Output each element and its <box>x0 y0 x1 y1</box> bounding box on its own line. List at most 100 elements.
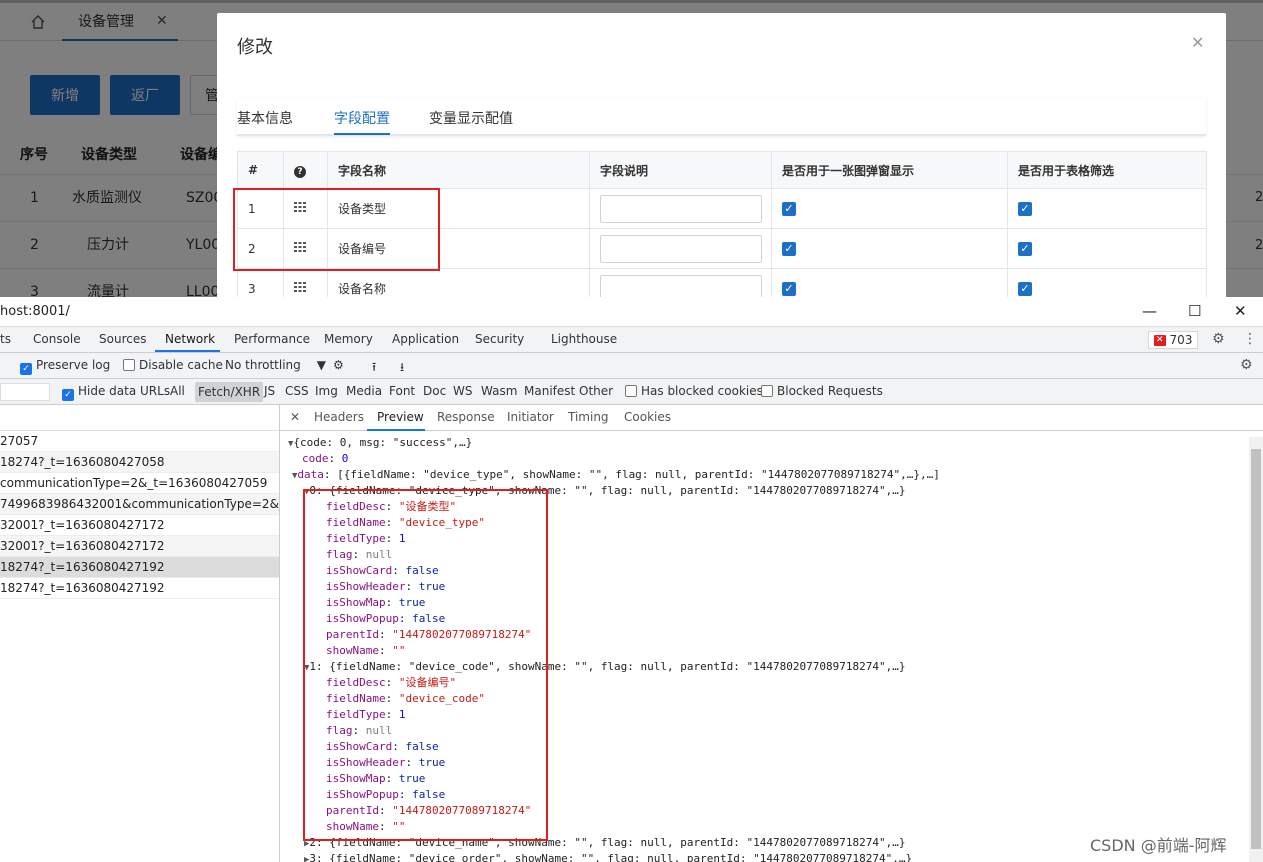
blocked-requests-toggle[interactable]: Blocked Requests <box>761 384 883 398</box>
filter-checkbox[interactable]: ✓ <box>1018 281 1032 296</box>
field-desc-cell <box>589 268 772 297</box>
popup-checkbox[interactable]: ✓ <box>782 241 796 256</box>
help-icon[interactable]: ? <box>294 165 306 178</box>
network-conditions-icon[interactable]: ⚙︎ <box>333 358 344 372</box>
tab-sources[interactable]: Sources <box>99 332 146 346</box>
close-icon[interactable]: ✕ <box>290 410 300 424</box>
tab-variable-display[interactable]: 变量显示配值 <box>429 108 513 128</box>
tab-headers[interactable]: Headers <box>314 410 364 424</box>
drag-handle[interactable] <box>283 268 328 297</box>
gear-icon[interactable]: ⚙ <box>1212 331 1225 347</box>
active-tab-indicator <box>155 350 220 352</box>
scrollbar-thumb[interactable] <box>1251 449 1261 849</box>
tab-cookies[interactable]: Cookies <box>624 410 671 424</box>
filter-wasm[interactable]: Wasm <box>481 384 517 398</box>
detail-tab-bar: ✕ Headers Preview Response Initiator Tim… <box>280 405 1263 431</box>
popup-cell: ✓ <box>771 228 1008 269</box>
throttling-select[interactable]: No throttling ▼ <box>225 358 326 372</box>
request-row-selected[interactable]: 18274?_t=1636080427192 <box>0 557 279 578</box>
filter-checkbox[interactable]: ✓ <box>1018 241 1032 256</box>
filter-checkbox[interactable]: ✓ <box>1018 201 1032 216</box>
json-key: code <box>302 452 329 465</box>
checkbox-checked[interactable]: ✓ <box>20 363 32 375</box>
field-desc-input[interactable] <box>600 194 762 223</box>
close-icon[interactable]: ✕ <box>1191 33 1204 52</box>
filter-js[interactable]: JS <box>264 384 275 398</box>
filter-fetch-xhr[interactable]: Fetch/XHR <box>195 382 264 402</box>
tab-response[interactable]: Response <box>437 410 495 424</box>
drag-grid-icon[interactable] <box>294 281 306 293</box>
error-count: 703 <box>1169 333 1193 347</box>
tab-elements[interactable]: ts <box>0 332 11 346</box>
tab-performance[interactable]: Performance <box>234 332 310 346</box>
error-icon: ✕ <box>1154 334 1166 346</box>
request-row[interactable]: 7499683986432001&communicationType=2&_t=… <box>0 494 279 515</box>
more-vert-icon[interactable]: ⋮ <box>1243 331 1257 347</box>
download-icon[interactable]: ⭳ <box>400 358 404 379</box>
table-header-row: # ? 字段名称 字段说明 是否用于一张图弹窗显示 是否用于表格筛选 <box>237 151 1207 189</box>
watermark: CSDN @前端-阿辉 <box>1090 836 1227 855</box>
disable-cache-toggle[interactable]: Disable cache <box>123 358 223 372</box>
tab-lighthouse[interactable]: Lighthouse <box>551 332 617 346</box>
devtools-tab-bar: ts Console Sources Network Performance M… <box>0 327 1263 353</box>
tab-memory[interactable]: Memory <box>324 332 373 346</box>
request-row[interactable]: 18274?_t=1636080427058 <box>0 452 279 473</box>
request-row[interactable]: 27057 <box>0 431 279 452</box>
field-desc-input[interactable] <box>600 234 762 263</box>
popup-cell: ✓ <box>771 268 1008 297</box>
tab-console[interactable]: Console <box>33 332 81 346</box>
tab-preview[interactable]: Preview <box>377 410 424 424</box>
tab-field-config[interactable]: 字段配置 <box>334 108 390 128</box>
request-row[interactable]: 18274?_t=1636080427192 <box>0 578 279 599</box>
minimize-icon[interactable]: — <box>1142 302 1157 320</box>
filter-ws[interactable]: WS <box>453 384 472 398</box>
hide-data-urls-toggle[interactable]: ✓ Hide data URLs <box>62 384 170 401</box>
column-header: ? <box>283 151 328 189</box>
hide-data-urls-label: Hide data URLs <box>78 384 171 398</box>
upload-icon[interactable]: ⭱ <box>372 358 376 379</box>
tab-initiator[interactable]: Initiator <box>507 410 554 424</box>
json-property[interactable]: ▼data: [{fieldName: "device_type", showN… <box>292 467 940 484</box>
column-header: 字段名称 <box>327 151 590 189</box>
field-desc-input[interactable] <box>600 274 762 297</box>
filter-img[interactable]: Img <box>315 384 338 398</box>
preserve-log-toggle[interactable]: ✓ Preserve log <box>20 358 110 375</box>
json-root[interactable]: ▼{code: 0, msg: "success",…} <box>288 435 472 452</box>
json-summary: [{fieldName: "device_type", showName: ""… <box>337 468 940 481</box>
filter-css[interactable]: CSS <box>285 384 309 398</box>
filter-font[interactable]: Font <box>389 384 415 398</box>
checkbox[interactable] <box>625 385 637 397</box>
request-row[interactable]: communicationType=2&_t=1636080427059 <box>0 473 279 494</box>
checkbox[interactable] <box>761 385 773 397</box>
filter-doc[interactable]: Doc <box>423 384 446 398</box>
close-icon[interactable]: ✕ <box>1234 302 1247 320</box>
json-summary: {code: 0, msg: "success",…} <box>293 436 473 449</box>
filter-input[interactable] <box>0 383 50 401</box>
tab-basic-info[interactable]: 基本信息 <box>237 108 293 128</box>
request-row[interactable]: 32001?_t=1636080427172 <box>0 515 279 536</box>
filter-all[interactable]: All <box>170 384 185 398</box>
tab-security[interactable]: Security <box>475 332 524 346</box>
vertical-scrollbar[interactable] <box>1249 437 1263 862</box>
popup-checkbox[interactable]: ✓ <box>782 281 796 296</box>
error-count-badge[interactable]: ✕ 703 <box>1148 331 1199 349</box>
json-property[interactable]: code: 0 <box>302 451 348 467</box>
tab-network[interactable]: Network <box>165 332 215 346</box>
json-array-item[interactable]: ▶3: {fieldName: "device_order", showName… <box>304 851 912 862</box>
maximize-icon[interactable]: ☐ <box>1188 302 1201 320</box>
modal-tab-bar: 基本信息 字段配置 变量显示配值 <box>237 98 1206 136</box>
tab-application[interactable]: Application <box>392 332 459 346</box>
filter-other[interactable]: Other <box>579 384 613 398</box>
checkbox-checked[interactable]: ✓ <box>62 389 74 401</box>
gear-icon[interactable]: ⚙ <box>1240 357 1253 373</box>
popup-checkbox[interactable]: ✓ <box>782 201 796 216</box>
popup-cell: ✓ <box>771 188 1008 229</box>
request-row[interactable]: 32001?_t=1636080427172 <box>0 536 279 557</box>
filter-media[interactable]: Media <box>346 384 382 398</box>
tab-timing[interactable]: Timing <box>568 410 609 424</box>
checkbox[interactable] <box>123 359 135 371</box>
blocked-cookies-toggle[interactable]: Has blocked cookies <box>625 384 763 398</box>
modal-title: 修改 <box>237 37 273 58</box>
json-summary: 3: {fieldName: "device_order", showName:… <box>309 852 913 862</box>
filter-manifest[interactable]: Manifest <box>524 384 575 398</box>
